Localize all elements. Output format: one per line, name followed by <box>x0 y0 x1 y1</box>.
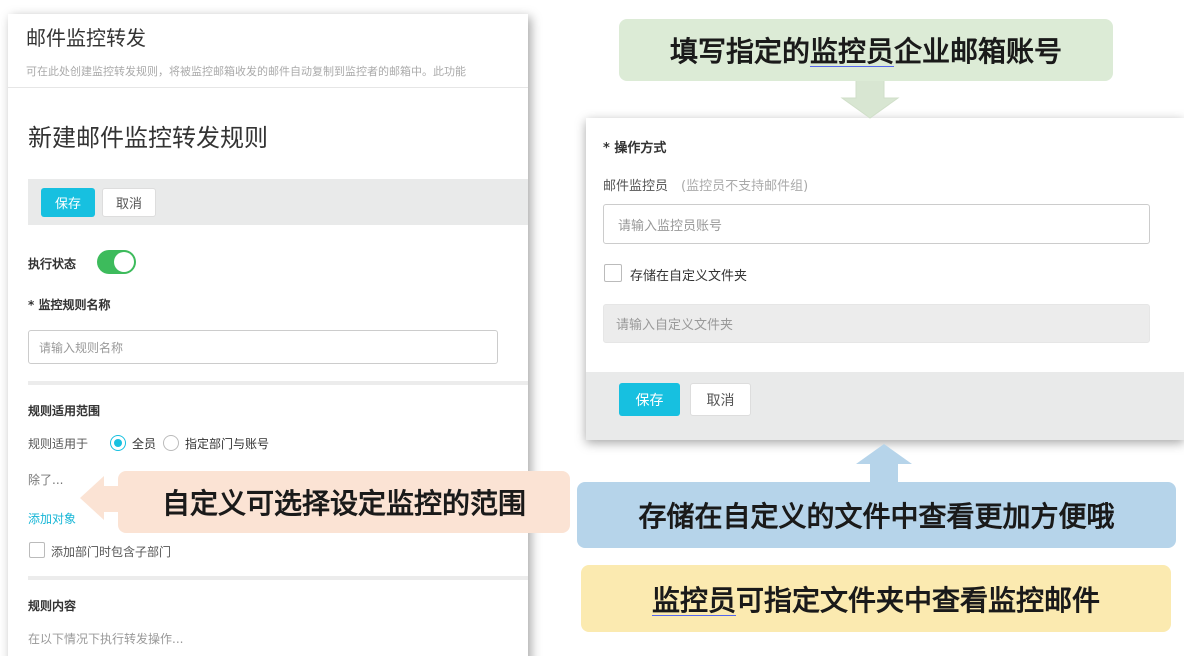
callout-highlight: 监控员 <box>651 583 736 617</box>
callout-store-folder: 存储在自定义的文件中查看更加方便哦 <box>577 482 1176 548</box>
callout-view-mail: 监控员 可指定文件夹中查看监控邮件 <box>581 565 1171 632</box>
callout-text: 可指定文件夹中查看监控邮件 <box>736 583 1101 617</box>
callout-text: 填写指定的 <box>669 35 810 68</box>
callout-text: 企业邮箱账号 <box>894 35 1063 68</box>
callout-fill-account: 填写指定的 监控员 企业邮箱账号 <box>619 19 1113 81</box>
down-arrow-icon <box>840 79 900 119</box>
up-arrow-icon <box>856 444 912 482</box>
arrows-layer <box>80 79 912 520</box>
callout-highlight: 监控员 <box>809 35 894 68</box>
callout-scope: 自定义可选择设定监控的范围 <box>118 471 570 533</box>
